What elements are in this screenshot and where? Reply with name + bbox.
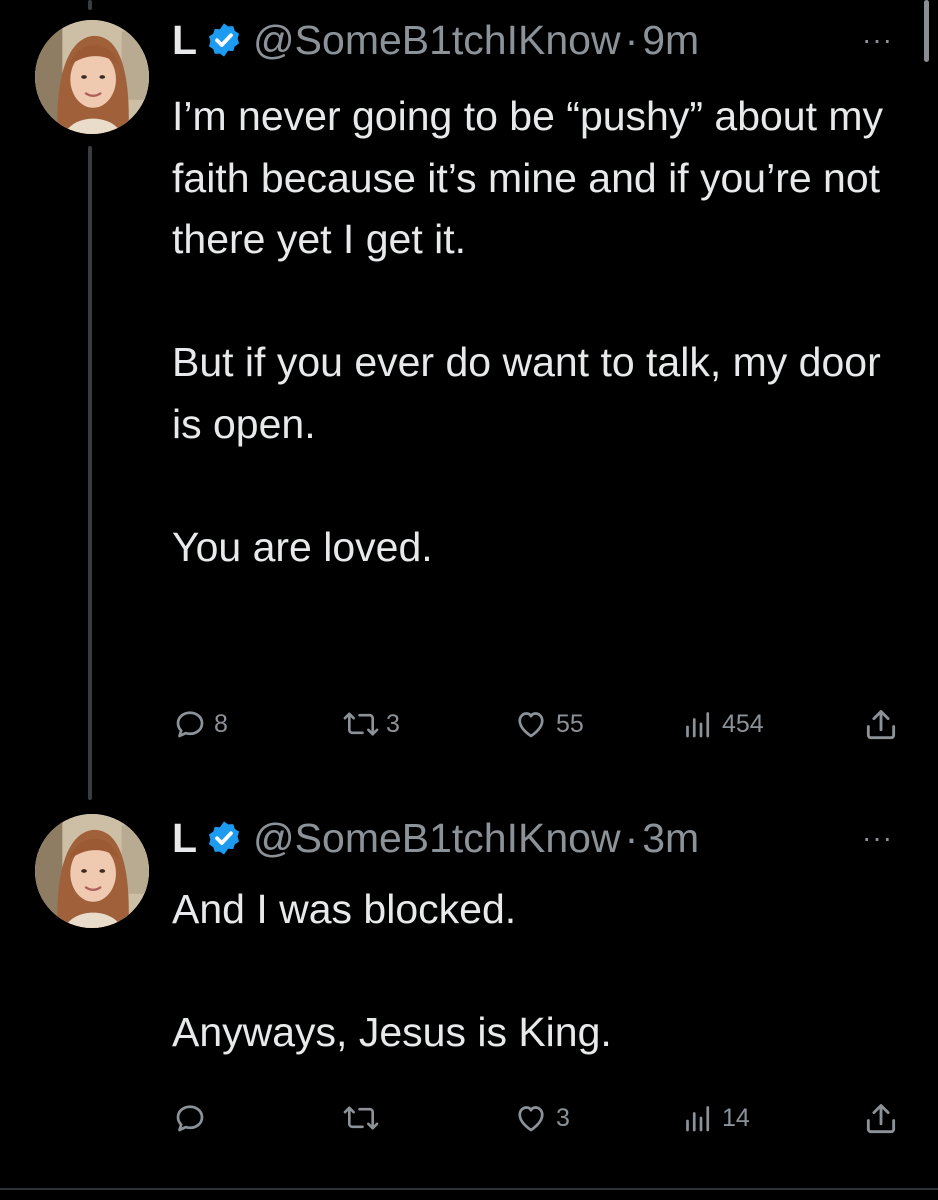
like-count: 3 [556, 1103, 570, 1132]
tweet-paragraph: Anyways, Jesus is King. [172, 1009, 612, 1055]
reply-bubble-icon [176, 711, 204, 738]
reply-button[interactable]: 8 [172, 706, 228, 742]
tweet-header: L @SomeB1tchIKnow · 9m [172, 16, 699, 64]
share-button[interactable] [862, 1100, 900, 1138]
verified-badge-icon [205, 819, 243, 857]
time-separator: · [624, 815, 639, 861]
avatar-photo [35, 20, 149, 134]
tweet-text: I’m never going to be “pushy” about my f… [172, 86, 902, 578]
scrollbar[interactable] [924, 0, 929, 62]
share-upload-icon [866, 1104, 896, 1134]
retweet-arrows-icon [343, 1106, 379, 1130]
thread-connector-line [88, 146, 92, 800]
heart-icon [518, 1106, 544, 1132]
heart-icon [518, 712, 544, 738]
thread-line-top [88, 0, 92, 10]
tweet-actions: 3 14 [172, 1100, 907, 1144]
timestamp[interactable]: 9m [642, 16, 699, 64]
like-button[interactable]: 55 [512, 706, 584, 742]
tweet-paragraph: I’m never going to be “pushy” about my f… [172, 93, 884, 262]
divider [0, 1188, 938, 1190]
reply-bubble-icon [176, 1105, 204, 1132]
time-separator: · [624, 17, 639, 63]
bar-chart-icon [686, 712, 710, 738]
views-button[interactable]: 454 [680, 706, 764, 742]
tweet-actions: 8 3 55 454 [172, 706, 907, 750]
timestamp[interactable]: 3m [642, 814, 699, 862]
avatar[interactable] [35, 20, 149, 134]
display-name[interactable]: L [172, 814, 197, 862]
more-options-icon[interactable]: ··· [862, 24, 893, 56]
retweet-button[interactable]: 3 [342, 706, 400, 742]
like-count: 55 [556, 709, 584, 738]
views-count: 14 [722, 1103, 750, 1132]
more-options-icon[interactable]: ··· [862, 822, 893, 854]
like-button[interactable]: 3 [512, 1100, 570, 1136]
tweet-text: And I was blocked. Anyways, Jesus is Kin… [172, 879, 902, 1064]
views-count: 454 [722, 709, 764, 738]
tweet-paragraph: And I was blocked. [172, 886, 517, 932]
display-name[interactable]: L [172, 16, 197, 64]
avatar-photo [35, 814, 149, 928]
tweet-paragraph: But if you ever do want to talk, my door… [172, 339, 881, 447]
retweet-count: 3 [386, 709, 400, 738]
tweet-header: L @SomeB1tchIKnow · 3m [172, 814, 699, 862]
verified-badge-icon [205, 21, 243, 59]
bar-chart-icon [686, 1106, 710, 1132]
reply-count: 8 [214, 709, 228, 738]
user-handle[interactable]: @SomeB1tchIKnow [253, 16, 621, 64]
tweet-paragraph: You are loved. [172, 523, 433, 570]
share-button[interactable] [862, 706, 900, 744]
retweet-button[interactable] [342, 1100, 386, 1136]
user-handle[interactable]: @SomeB1tchIKnow [253, 814, 621, 862]
reply-button[interactable] [172, 1100, 214, 1136]
views-button[interactable]: 14 [680, 1100, 750, 1136]
avatar[interactable] [35, 814, 149, 928]
share-upload-icon [866, 710, 896, 740]
retweet-arrows-icon [343, 712, 379, 736]
